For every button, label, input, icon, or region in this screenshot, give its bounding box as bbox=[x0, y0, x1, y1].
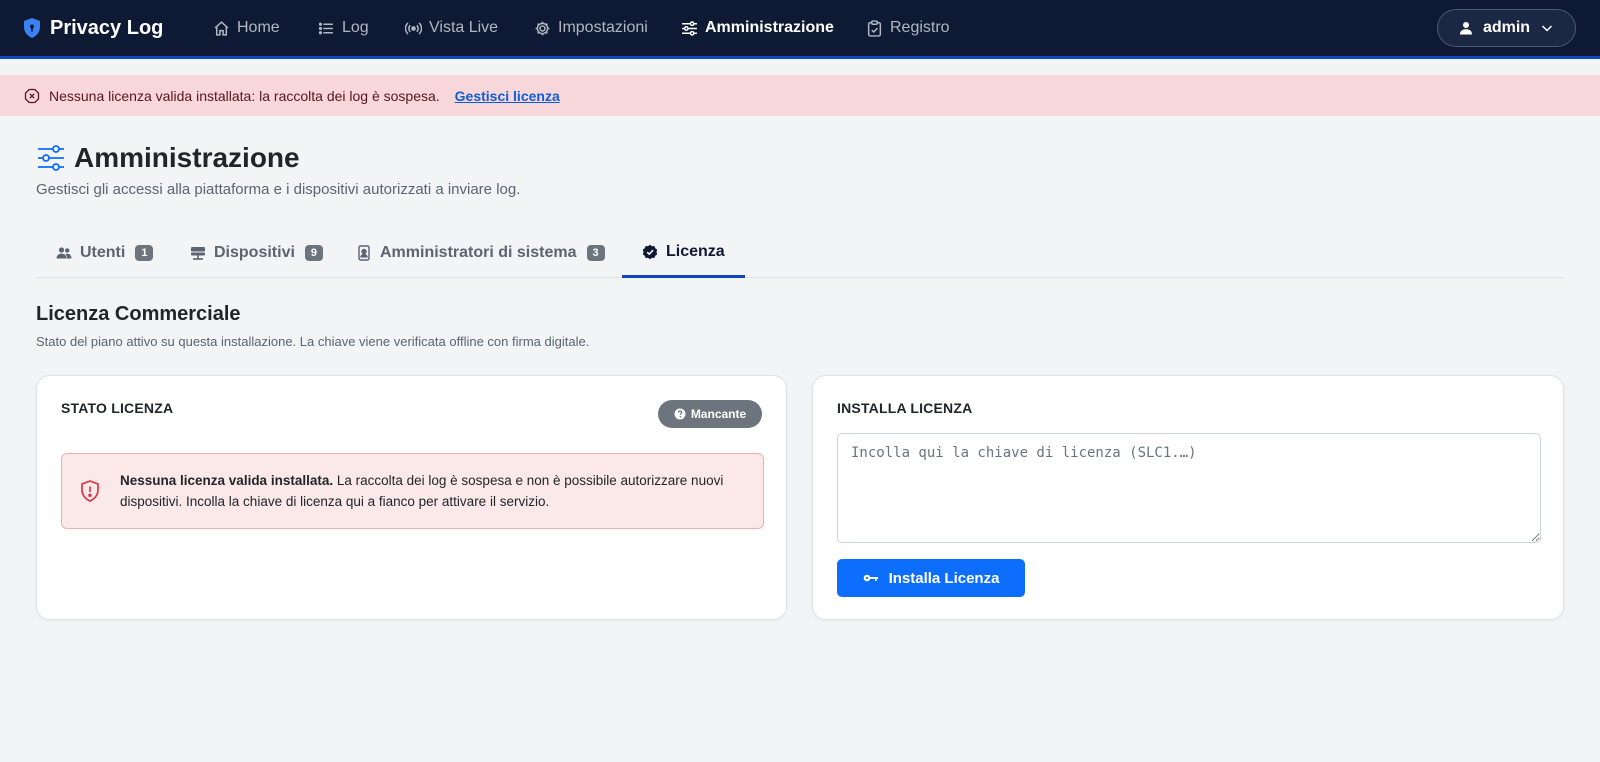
tab-label-licenza: Licenza bbox=[666, 242, 725, 260]
tab-utenti[interactable]: Utenti 1 bbox=[36, 228, 173, 278]
warning-message: Nessuna licenza valida installata. La ra… bbox=[120, 470, 747, 512]
gear-icon bbox=[535, 21, 550, 35]
section-title: Licenza Commerciale bbox=[36, 303, 241, 325]
tab-dispositivi[interactable]: Dispositivi 9 bbox=[170, 228, 343, 278]
nav-item-amministrazione[interactable]: Amministrazione bbox=[681, 16, 834, 40]
nav-item-impostazioni[interactable]: Impostazioni bbox=[534, 16, 648, 40]
nav-item-log[interactable]: Log bbox=[318, 16, 369, 40]
nav-item-vista-live[interactable]: Vista Live bbox=[405, 16, 498, 40]
install-license-button[interactable]: Installa Licenza bbox=[837, 559, 1025, 597]
install-license-card: INSTALLA LICENZA Installa Licenza bbox=[812, 375, 1564, 620]
alert-text: Nessuna licenza valida installata: la ra… bbox=[49, 87, 440, 104]
nav-item-home[interactable]: Home bbox=[213, 16, 280, 40]
manage-license-link[interactable]: Gestisci licenza bbox=[455, 88, 560, 104]
user-name: admin bbox=[1482, 19, 1531, 36]
tab-label-amministratori: Amministratori di sistema bbox=[380, 244, 577, 261]
sliders-icon bbox=[38, 145, 64, 171]
page-title: Amministrazione bbox=[36, 140, 300, 176]
license-key-input[interactable] bbox=[837, 433, 1541, 543]
chevron-down-icon bbox=[1542, 25, 1553, 32]
key-icon bbox=[863, 574, 878, 582]
clipboard-check-icon bbox=[867, 19, 882, 37]
brand-name: Privacy Log bbox=[50, 16, 164, 39]
count-badge: 1 bbox=[135, 245, 154, 261]
tab-label-utenti: Utenti bbox=[80, 244, 126, 261]
x-octagon-icon bbox=[24, 88, 40, 103]
page-title-text: Amministrazione bbox=[74, 142, 300, 173]
count-badge: 3 bbox=[586, 245, 605, 261]
warning-bold: Nessuna licenza valida installata. bbox=[120, 473, 334, 488]
shield-exclamation-icon bbox=[81, 480, 99, 502]
install-button-label: Installa Licenza bbox=[888, 569, 1000, 587]
admin-tabs: Utenti 1 Dispositivi 9 Amministratori di… bbox=[36, 228, 1564, 278]
sliders-icon bbox=[682, 20, 697, 36]
nav-label-registro: Registro bbox=[890, 19, 950, 36]
patch-check-icon bbox=[642, 244, 658, 259]
nav-label-home: Home bbox=[237, 19, 280, 36]
nav-label-amministrazione: Amministrazione bbox=[705, 19, 834, 36]
nav-label-impostazioni: Impostazioni bbox=[558, 19, 648, 36]
brand[interactable]: Privacy Log bbox=[22, 15, 163, 41]
license-alert-bar: Nessuna licenza valida installata: la ra… bbox=[0, 75, 1600, 116]
tab-licenza[interactable]: Licenza bbox=[622, 228, 745, 278]
users-icon bbox=[56, 247, 72, 259]
server-icon bbox=[191, 247, 205, 260]
license-warning-box: Nessuna licenza valida installata. La ra… bbox=[61, 453, 764, 529]
list-icon bbox=[318, 22, 333, 34]
card-heading: STATO LICENZA bbox=[61, 400, 174, 416]
tab-amministratori-di-sistema[interactable]: Amministratori di sistema 3 bbox=[336, 228, 625, 278]
broadcast-icon bbox=[405, 21, 422, 35]
card-heading: INSTALLA LICENZA bbox=[837, 400, 973, 416]
user-icon bbox=[1459, 22, 1472, 35]
top-navbar: Privacy Log Home Log Vista Live Impostaz… bbox=[0, 0, 1600, 59]
nav-label-log: Log bbox=[342, 19, 369, 36]
question-circle-icon bbox=[674, 408, 686, 420]
tab-label-dispositivi: Dispositivi bbox=[214, 244, 295, 261]
status-badge: Mancante bbox=[658, 400, 762, 428]
nav-item-registro[interactable]: Registro bbox=[866, 16, 950, 40]
status-badge-label: Mancante bbox=[690, 407, 747, 421]
shield-icon bbox=[24, 18, 40, 38]
section-subtitle: Stato del piano attivo su questa install… bbox=[36, 334, 590, 349]
license-status-card: STATO LICENZA Mancante Nessuna licenza v… bbox=[36, 375, 787, 620]
page-subtitle: Gestisci gli accessi alla piattaforma e … bbox=[36, 181, 521, 198]
person-badge-icon bbox=[358, 245, 370, 261]
nav-label-vista-live: Vista Live bbox=[429, 19, 499, 36]
user-menu-button[interactable]: admin bbox=[1437, 9, 1576, 47]
home-icon bbox=[214, 20, 229, 36]
count-badge: 9 bbox=[304, 245, 324, 261]
